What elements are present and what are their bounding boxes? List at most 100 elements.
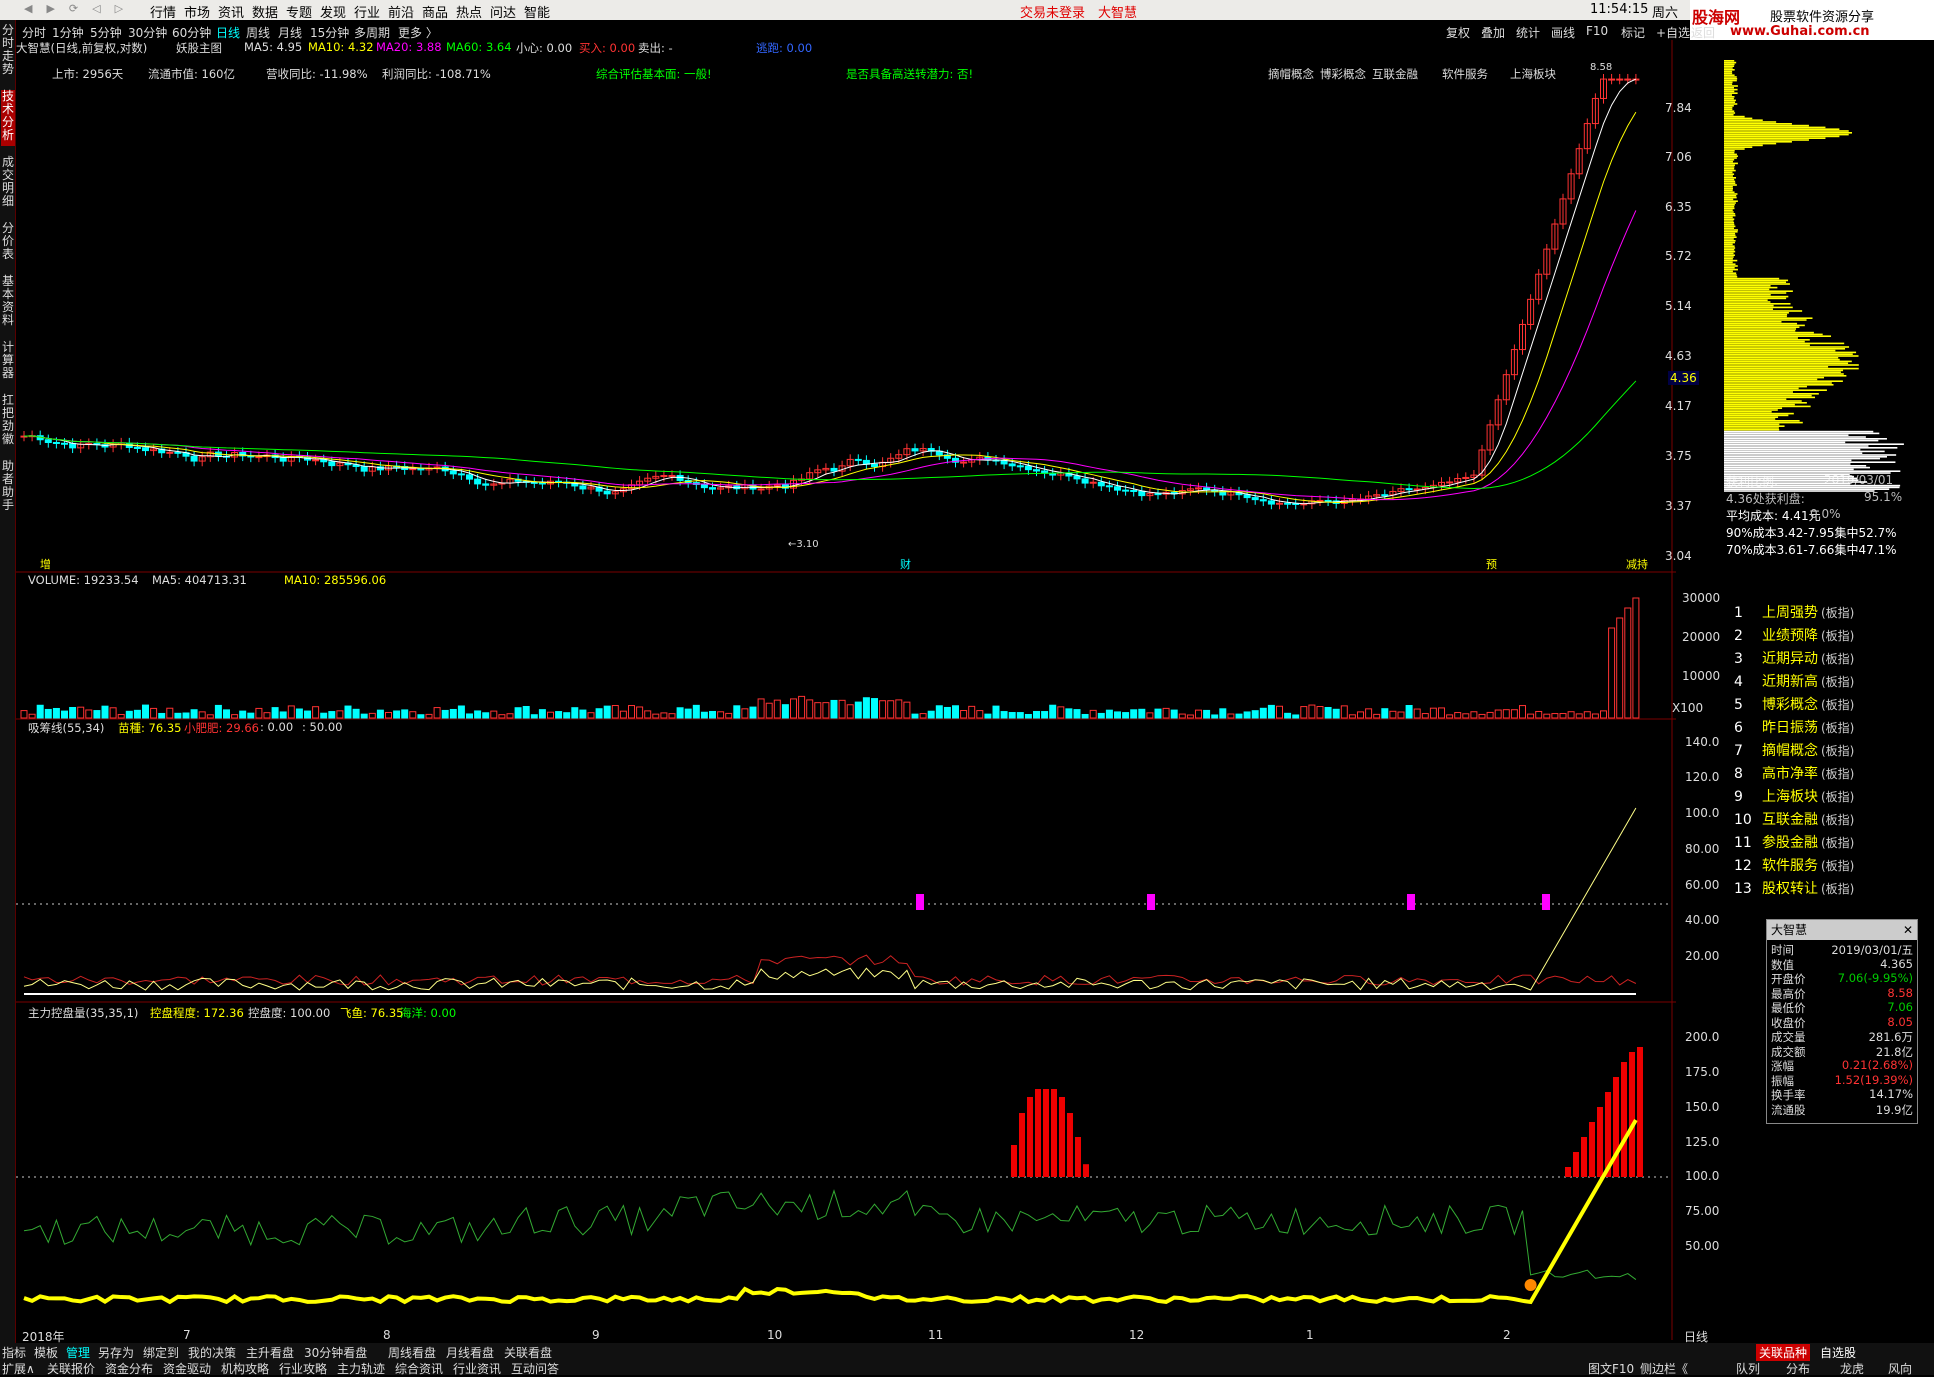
- tool-3[interactable]: 画线: [1551, 24, 1575, 41]
- candle: [1154, 493, 1162, 496]
- period-0[interactable]: 分时: [22, 24, 46, 41]
- bottom-link-6[interactable]: 主力轨迹: [337, 1360, 385, 1377]
- hot-concept-12[interactable]: 12 软件服务 (板指): [1734, 855, 1934, 878]
- bottom-link-1[interactable]: 关联报价: [47, 1360, 95, 1377]
- volume-bar: [1178, 713, 1186, 719]
- period-7[interactable]: 月线: [278, 24, 302, 41]
- bottom-tab-3[interactable]: 另存为: [98, 1344, 134, 1361]
- hot-concept-3[interactable]: 3 近期异动 (板指): [1734, 648, 1934, 671]
- watchlist-tab[interactable]: 自选股: [1820, 1344, 1856, 1361]
- bottom-tab-8[interactable]: 周线看盘: [388, 1344, 436, 1361]
- bottom-right-5[interactable]: 风向: [1888, 1360, 1912, 1377]
- bottom-right-1[interactable]: 侧边栏《: [1640, 1360, 1688, 1377]
- menu-7[interactable]: 前沿: [388, 2, 414, 21]
- nav-buttons[interactable]: ◀▶⟳◁▷: [24, 2, 137, 15]
- menu-2[interactable]: 资讯: [218, 2, 244, 21]
- left-tab-7[interactable]: 助者助手: [1, 460, 15, 516]
- concept-5[interactable]: 上海板块: [1510, 66, 1556, 82]
- chip-bar: [1724, 267, 1735, 269]
- period-9[interactable]: 多周期: [354, 24, 390, 41]
- chip-bar: [1724, 173, 1735, 175]
- period-1[interactable]: 1分钟: [52, 24, 84, 41]
- tool-4[interactable]: F10: [1586, 24, 1608, 38]
- bottom-tab-1[interactable]: 模板: [34, 1344, 58, 1361]
- bottom-link-9[interactable]: 互动问答: [511, 1360, 559, 1377]
- bottom-right-2[interactable]: 队列: [1736, 1360, 1760, 1377]
- tool-1[interactable]: 叠加: [1481, 24, 1505, 41]
- tool-2[interactable]: 统计: [1516, 24, 1540, 41]
- menu-0[interactable]: 行情: [150, 2, 176, 21]
- bottom-link-8[interactable]: 行业资讯: [453, 1360, 501, 1377]
- bottom-right-0[interactable]: 图文F10: [1588, 1360, 1634, 1377]
- bottom-link-0[interactable]: 扩展∧: [2, 1360, 35, 1377]
- menu-9[interactable]: 热点: [456, 2, 482, 21]
- hot-concept-10[interactable]: 10 互联金融 (板指): [1734, 809, 1934, 832]
- bottom-right-3[interactable]: 分布: [1786, 1360, 1810, 1377]
- bottom-tab-4[interactable]: 绑定到: [143, 1344, 179, 1361]
- left-tab-0[interactable]: 分时走势: [1, 24, 15, 80]
- menu-5[interactable]: 发现: [320, 2, 346, 21]
- hot-concept-2[interactable]: 2 业绩预降 (板指): [1734, 625, 1934, 648]
- hot-concept-9[interactable]: 9 上海板块 (板指): [1734, 786, 1934, 809]
- hot-concept-13[interactable]: 13 股权转让 (板指): [1734, 878, 1934, 901]
- menu-1[interactable]: 市场: [184, 2, 210, 21]
- period-2[interactable]: 5分钟: [90, 24, 122, 41]
- hot-concept-11[interactable]: 11 参股金融 (板指): [1734, 832, 1934, 855]
- period-3[interactable]: 30分钟: [128, 24, 167, 41]
- left-tab-3[interactable]: 分价表: [1, 222, 15, 265]
- period-5[interactable]: 日线: [216, 24, 240, 41]
- hot-concept-5[interactable]: 5 博彩概念 (板指): [1734, 694, 1934, 717]
- chart-area[interactable]: 大智慧(日线,前复权,对数) 妖股主图 MA5: 4.95 MA10: 4.32…: [16, 40, 1676, 1340]
- related-tab[interactable]: 关联品种: [1756, 1344, 1811, 1361]
- menu-10[interactable]: 问达: [490, 2, 516, 21]
- bottom-tab-2[interactable]: 管理: [66, 1344, 90, 1361]
- bottom-link-5[interactable]: 行业攻略: [279, 1360, 327, 1377]
- bottom-tab-0[interactable]: 指标: [2, 1344, 26, 1361]
- menu-3[interactable]: 数据: [252, 2, 278, 21]
- indicator-name[interactable]: 妖股主图: [176, 40, 222, 56]
- concept-1[interactable]: 摘帽概念: [1268, 66, 1314, 82]
- period-10[interactable]: 更多 〉: [398, 24, 438, 41]
- close-icon[interactable]: ✕: [1903, 920, 1913, 940]
- period-8[interactable]: 15分钟: [310, 24, 349, 41]
- concept-3[interactable]: 互联金融: [1372, 66, 1418, 82]
- tool-5[interactable]: 标记: [1621, 24, 1645, 41]
- info-popup[interactable]: 大智慧 ✕ 时间 2019/03/01/五 数值 4.365 开盘价 7.06(-9.95%…: [1766, 919, 1918, 1124]
- concept-4[interactable]: 软件服务: [1442, 66, 1488, 82]
- hot-concept-6[interactable]: 6 昨日振荡 (板指): [1734, 717, 1934, 740]
- chip-bar: [1724, 346, 1850, 348]
- hot-concept-4[interactable]: 4 近期新高 (板指): [1734, 671, 1934, 694]
- candle: [538, 482, 546, 485]
- tool-0[interactable]: 复权: [1446, 24, 1470, 41]
- hot-concept-7[interactable]: 7 摘帽概念 (板指): [1734, 740, 1934, 763]
- bottom-right-4[interactable]: 龙虎: [1840, 1360, 1864, 1377]
- bottom-link-4[interactable]: 机构攻略: [221, 1360, 269, 1377]
- bottom-tab-5[interactable]: 我的决策: [188, 1344, 236, 1361]
- hot-concept-8[interactable]: 8 高市净率 (板指): [1734, 763, 1934, 786]
- period-4[interactable]: 60分钟: [172, 24, 211, 41]
- menu-6[interactable]: 行业: [354, 2, 380, 21]
- tool-6[interactable]: +自选: [1656, 24, 1690, 41]
- concept-2[interactable]: 博彩概念: [1320, 66, 1366, 82]
- menu-8[interactable]: 商品: [422, 2, 448, 21]
- bottom-tab-6[interactable]: 主升看盘: [246, 1344, 294, 1361]
- left-tab-5[interactable]: 计算器: [1, 341, 15, 384]
- left-tab-1[interactable]: 技术分析: [1, 90, 15, 146]
- left-tab-6[interactable]: 扛把劲徽: [1, 394, 15, 450]
- chip-bar: [1724, 108, 1733, 111]
- bottom-link-7[interactable]: 综合资讯: [395, 1360, 443, 1377]
- period-6[interactable]: 周线: [246, 24, 270, 41]
- menu-11[interactable]: 智能: [524, 2, 550, 21]
- bottom-tab-7[interactable]: 30分钟看盘: [304, 1344, 367, 1361]
- menu-4[interactable]: 专题: [286, 2, 312, 21]
- bottom-tab-10[interactable]: 关联看盘: [504, 1344, 552, 1361]
- bottom-link-2[interactable]: 资金分布: [105, 1360, 153, 1377]
- left-tab-4[interactable]: 基本资料: [1, 275, 15, 331]
- hot-concept-1[interactable]: 1 上周强势 (板指): [1734, 602, 1934, 625]
- bottom-link-3[interactable]: 资金驱动: [163, 1360, 211, 1377]
- kongpan-yellow-line: [23, 1118, 1638, 1305]
- login-status[interactable]: 交易未登录: [1020, 2, 1085, 21]
- bottom-tab-9[interactable]: 月线看盘: [446, 1344, 494, 1361]
- left-tab-2[interactable]: 成交明细: [1, 156, 15, 212]
- tool-7[interactable]: 返回: [1691, 24, 1715, 41]
